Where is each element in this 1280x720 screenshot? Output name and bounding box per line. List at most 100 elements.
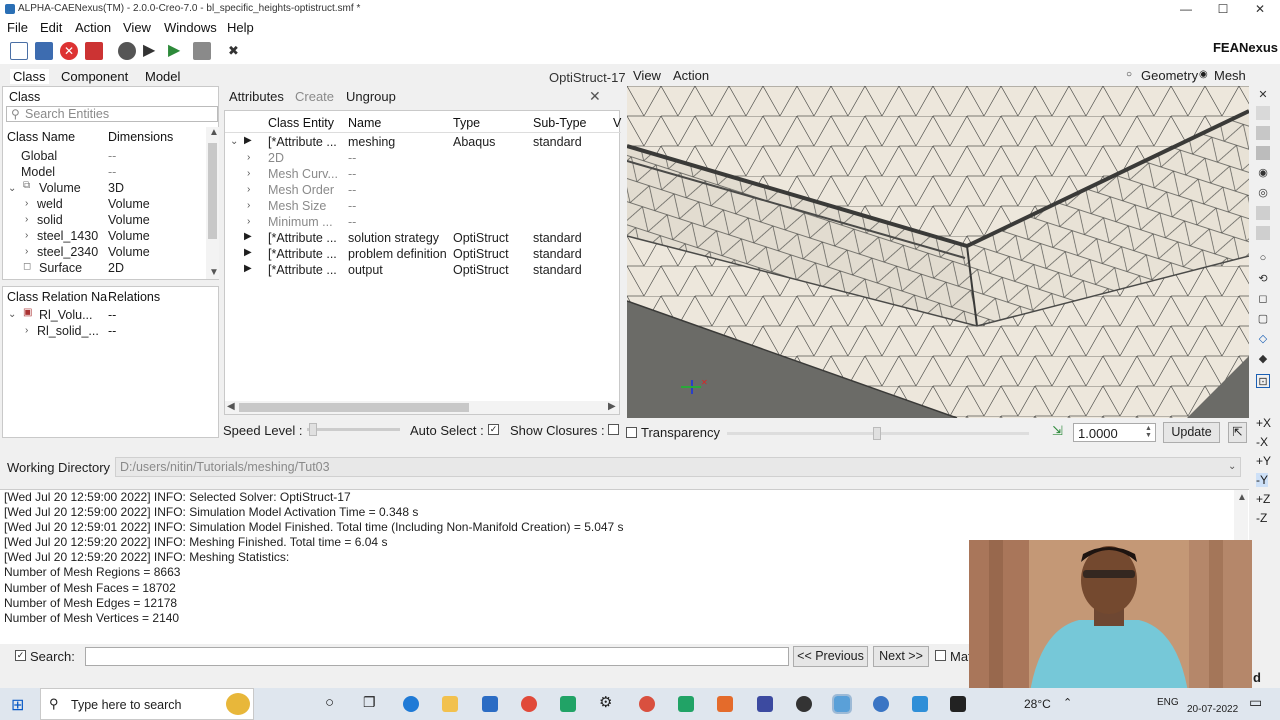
- close-tool-icon[interactable]: ✖: [228, 42, 246, 60]
- app-green-icon[interactable]: [560, 696, 576, 712]
- temperature[interactable]: 28°C: [1024, 697, 1051, 711]
- menu-help[interactable]: Help: [227, 20, 254, 35]
- menu-edit[interactable]: Edit: [40, 20, 62, 35]
- chevron-right-icon[interactable]: ›: [25, 246, 28, 257]
- relation-item[interactable]: Rl_Volu...: [39, 308, 93, 322]
- maximize-button[interactable]: ☐: [1205, 0, 1241, 18]
- notifications-icon[interactable]: ▭: [1249, 694, 1262, 711]
- column-class-entity[interactable]: Class Entity: [268, 116, 334, 130]
- tree-item-steel-2340[interactable]: steel_2340: [37, 245, 98, 259]
- run-icon[interactable]: ▶: [168, 42, 186, 60]
- edit-icon[interactable]: [193, 42, 211, 60]
- attributes-hscrollbar[interactable]: ◀ ▶: [225, 401, 619, 414]
- fit-view-icon[interactable]: ⊡: [1256, 374, 1270, 388]
- attribute-entity[interactable]: Minimum ...: [268, 215, 333, 229]
- menu-windows[interactable]: Windows: [164, 20, 217, 35]
- chevron-up-icon[interactable]: ⌃: [1063, 696, 1072, 709]
- tree-item-steel-1430[interactable]: steel_1430: [37, 229, 98, 243]
- attribute-entity[interactable]: Mesh Size: [268, 199, 326, 213]
- chevron-down-icon[interactable]: ⌄: [8, 309, 16, 320]
- chevron-right-icon[interactable]: ›: [247, 168, 250, 179]
- column-type[interactable]: Type: [453, 116, 480, 130]
- rotate-icon[interactable]: ⟲: [1256, 272, 1270, 286]
- menu-view[interactable]: View: [123, 20, 151, 35]
- open-file-icon[interactable]: [35, 42, 53, 60]
- tree-item-weld[interactable]: weld: [37, 197, 63, 211]
- tree-item-global[interactable]: Global: [21, 149, 57, 163]
- speed-level-slider[interactable]: [307, 423, 400, 436]
- plane-icon[interactable]: ◇: [1256, 332, 1270, 346]
- column-class-relation[interactable]: Class Relation Na: [7, 290, 107, 304]
- chevron-right-icon[interactable]: ›: [25, 214, 28, 225]
- view-home-icon[interactable]: [1256, 126, 1270, 140]
- excel-icon[interactable]: [678, 696, 694, 712]
- auto-select-checkbox[interactable]: ✓: [488, 424, 499, 435]
- expand-icon[interactable]: ⇱: [1228, 422, 1247, 443]
- scale-value[interactable]: 1.0000: [1078, 426, 1118, 441]
- attribute-entity[interactable]: [*Attribute ...: [268, 247, 337, 261]
- mail-icon[interactable]: [482, 696, 498, 712]
- chevron-right-icon[interactable]: ›: [25, 198, 28, 209]
- chevron-down-icon[interactable]: ⌄: [8, 183, 16, 194]
- eye-icon[interactable]: ◉: [1256, 166, 1270, 180]
- tree-item-surface[interactable]: Surface: [39, 261, 82, 275]
- chrome-profile-icon[interactable]: [639, 696, 655, 712]
- stop-icon[interactable]: ✕: [60, 42, 78, 60]
- app-dark-icon[interactable]: [796, 696, 812, 712]
- settings-gear-icon[interactable]: [118, 42, 136, 60]
- column-dimensions[interactable]: Dimensions: [108, 130, 173, 144]
- search-checkbox[interactable]: ✓: [15, 650, 26, 661]
- update-button[interactable]: Update: [1163, 422, 1220, 443]
- mesh-viewport[interactable]: ✕: [627, 86, 1249, 418]
- edge-icon[interactable]: [403, 696, 419, 712]
- attribute-entity[interactable]: 2D: [268, 151, 284, 165]
- run-step-icon[interactable]: ▶: [143, 42, 161, 60]
- tree-item-solid[interactable]: solid: [37, 213, 63, 227]
- column-class-name[interactable]: Class Name: [7, 130, 75, 144]
- new-file-icon[interactable]: [10, 42, 28, 60]
- app-globe-icon[interactable]: [873, 696, 889, 712]
- stack-icon[interactable]: [1256, 226, 1270, 240]
- tree-item-model[interactable]: Model: [21, 165, 55, 179]
- attribute-entity[interactable]: Mesh Curv...: [268, 167, 338, 181]
- viewport-menu-action[interactable]: Action: [673, 68, 709, 83]
- axis-plus-y-button[interactable]: +Y: [1256, 454, 1271, 468]
- working-directory-value[interactable]: D:/users/nitin/Tutorials/meshing/Tut03: [120, 460, 330, 474]
- ungroup-button[interactable]: Ungroup: [346, 89, 396, 104]
- task-view-icon[interactable]: ❐: [363, 694, 376, 711]
- tab-class[interactable]: Class: [10, 69, 49, 84]
- windows-start-icon[interactable]: ⊞: [11, 695, 24, 715]
- cortana-icon[interactable]: ○: [325, 694, 334, 711]
- axis-minus-x-button[interactable]: -X: [1256, 435, 1268, 449]
- working-directory-field[interactable]: D:/users/nitin/Tutorials/meshing/Tut03 ⌄: [115, 457, 1241, 477]
- chevron-right-icon[interactable]: ›: [25, 230, 28, 241]
- chrome-icon[interactable]: [521, 696, 537, 712]
- app-network-icon[interactable]: [912, 696, 928, 712]
- axis-plus-z-button[interactable]: +Z: [1256, 492, 1270, 506]
- caenexus-taskbar-icon[interactable]: [832, 694, 852, 714]
- axis-minus-y-button[interactable]: -Y: [1256, 473, 1268, 487]
- attribute-entity[interactable]: Mesh Order: [268, 183, 334, 197]
- mesh-radio[interactable]: ◉: [1199, 69, 1208, 80]
- diamond-icon[interactable]: ◆: [1256, 352, 1270, 366]
- previous-button[interactable]: << Previous: [793, 646, 868, 667]
- close-view-icon[interactable]: ✕: [1256, 88, 1270, 102]
- chevron-down-icon[interactable]: ⌄: [230, 136, 238, 147]
- geometry-radio[interactable]: ○: [1126, 69, 1132, 80]
- column-v[interactable]: V: [613, 116, 621, 130]
- tab-model[interactable]: Model: [145, 69, 180, 84]
- file-explorer-icon[interactable]: [442, 696, 458, 712]
- attribute-entity[interactable]: [*Attribute ...: [268, 135, 337, 149]
- taskbar-date[interactable]: 20-07-2022: [1187, 704, 1238, 715]
- tree-item-volume[interactable]: Volume: [39, 181, 81, 195]
- app-blue-icon[interactable]: [757, 696, 773, 712]
- chevron-right-icon[interactable]: ›: [247, 216, 250, 227]
- cube-icon[interactable]: ◻: [1256, 292, 1270, 306]
- show-closures-checkbox[interactable]: [608, 424, 619, 435]
- column-relations[interactable]: Relations: [108, 290, 160, 304]
- chevron-down-icon[interactable]: ⌄: [1228, 461, 1236, 472]
- settings-icon[interactable]: ⚙: [599, 693, 612, 711]
- taskbar-search-input[interactable]: Type here to search: [71, 698, 181, 712]
- view-shade-icon[interactable]: [1256, 146, 1270, 160]
- cube-outline-icon[interactable]: ▢: [1256, 312, 1270, 326]
